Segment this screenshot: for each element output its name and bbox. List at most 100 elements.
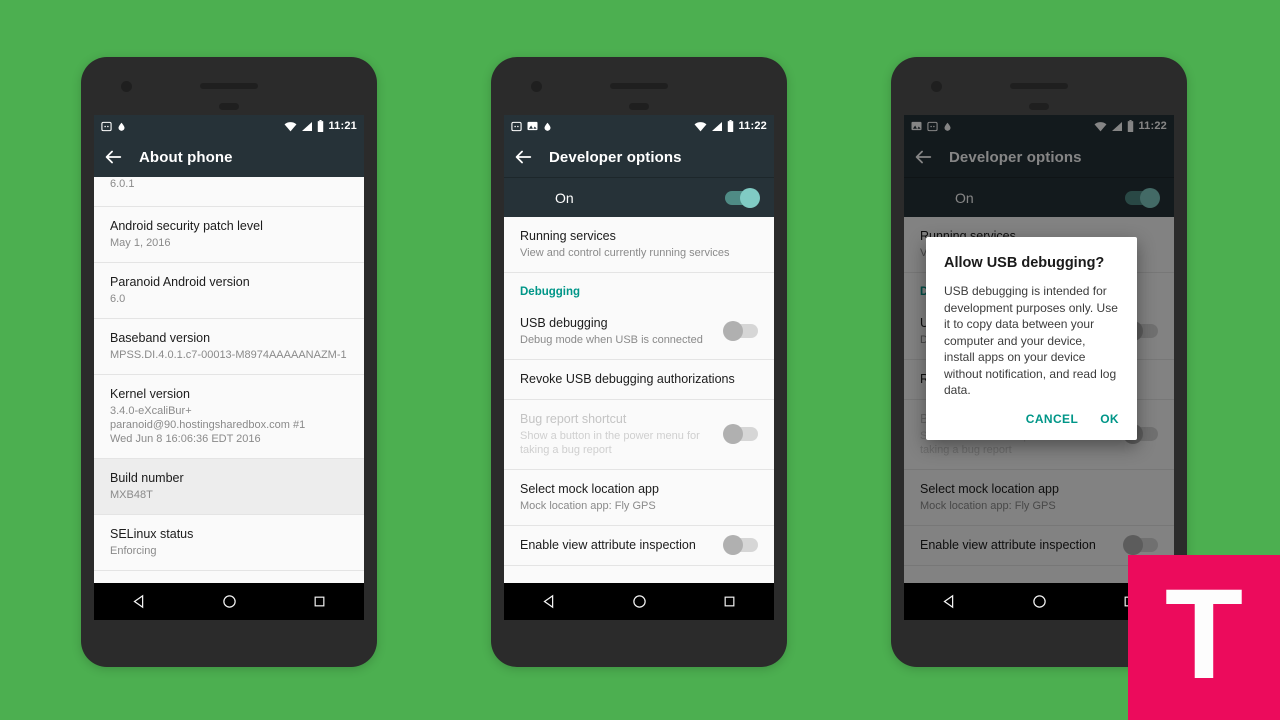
battery-icon [728, 120, 734, 132]
recents-square-icon[interactable] [723, 595, 736, 608]
proximity-sensor [219, 103, 239, 110]
navigation-bar[interactable] [94, 583, 364, 620]
list-item-bug-report-shortcut: Bug report shortcut Show a button in the… [504, 400, 774, 470]
battery-icon [318, 120, 324, 132]
phone-device-2: 11:22 Developer options On Running servi… [491, 57, 787, 667]
list-item[interactable]: Paranoid Android version 6.0 [94, 263, 364, 319]
proximity-sensor [1029, 103, 1049, 110]
list-item[interactable]: Baseband version MPSS.DI.4.0.1.c7-00013-… [94, 319, 364, 375]
notification-badge-icon [101, 121, 112, 131]
list-item-title: USB debugging [520, 316, 608, 330]
dialog-title: Allow USB debugging? [944, 255, 1105, 271]
list-item-select-mock-location-app[interactable]: Select mock location app Mock location a… [504, 470, 774, 526]
wifi-icon [695, 121, 707, 131]
back-triangle-icon[interactable] [542, 594, 557, 609]
status-notification-icons [101, 121, 126, 132]
list-item-title: Bug report shortcut [520, 412, 627, 426]
back-arrow-icon[interactable] [512, 146, 534, 168]
cancel-button[interactable]: CANCEL [1026, 412, 1078, 426]
list-item-title: Running services [520, 229, 616, 243]
allow-usb-debugging-dialog: Allow USB debugging? USB debugging is in… [926, 237, 1137, 440]
about-phone-list[interactable]: 6.0.1 Android security patch level May 1… [94, 177, 364, 571]
front-camera-icon [931, 81, 942, 92]
dialog-actions: CANCEL OK [944, 399, 1119, 436]
view-attribute-inspection-toggle[interactable] [723, 535, 758, 555]
list-item-revoke-usb-authorizations[interactable]: Revoke USB debugging authorizations [504, 360, 774, 400]
list-item-subtitle: Debug mode when USB is connected [520, 334, 703, 346]
droplet-icon [544, 122, 551, 131]
home-circle-icon[interactable] [1032, 594, 1047, 609]
front-camera-icon [121, 81, 132, 92]
list-item-subtitle: Mock location app: Fly GPS [520, 500, 656, 512]
list-item-title: Select mock location app [520, 482, 659, 496]
status-system-icons: 11:21 [284, 120, 357, 132]
page-title: Developer options [549, 148, 682, 166]
list-item-subtitle: View and control currently running servi… [520, 247, 730, 259]
ok-button[interactable]: OK [1100, 412, 1119, 426]
list-item-title: Paranoid Android version [110, 275, 250, 289]
list-item[interactable]: Kernel version 3.4.0-eXcaliBur+ paranoid… [94, 375, 364, 459]
app-bar: About phone [94, 137, 364, 177]
status-bar: 11:22 [504, 115, 774, 137]
proximity-sensor [629, 103, 649, 110]
list-item-title: Android security patch level [110, 219, 263, 233]
list-item-value: 3.4.0-eXcaliBur+ paranoid@90.hostingshar… [110, 405, 306, 445]
recents-square-icon[interactable] [313, 595, 326, 608]
app-bar: Developer options [504, 137, 774, 177]
list-item-value: 6.0.1 [110, 178, 135, 190]
phone-screen-2: 11:22 Developer options On Running servi… [504, 115, 774, 595]
back-triangle-icon[interactable] [132, 594, 147, 609]
bug-report-shortcut-toggle [723, 424, 758, 444]
list-item-title: Kernel version [110, 387, 190, 401]
section-header-debugging: Debugging [504, 273, 774, 304]
list-item-title: SELinux status [110, 527, 194, 541]
list-item-title: Enable view attribute inspection [520, 538, 696, 552]
earpiece-speaker [200, 83, 258, 89]
list-item-value: May 1, 2016 [110, 237, 171, 249]
signal-icon [712, 121, 723, 131]
navigation-bar[interactable] [504, 583, 774, 620]
status-bar: 11:21 [94, 115, 364, 137]
home-circle-icon[interactable] [632, 594, 647, 609]
master-switch-toggle[interactable] [725, 187, 760, 208]
droplet-icon [118, 122, 125, 131]
status-notification-icons [511, 121, 552, 132]
list-item[interactable]: 6.0.1 [94, 177, 364, 207]
list-item-running-services[interactable]: Running services View and control curren… [504, 217, 774, 273]
home-circle-icon[interactable] [222, 594, 237, 609]
list-item-enable-view-attribute-inspection[interactable]: Enable view attribute inspection [504, 526, 774, 566]
list-item-title: Build number [110, 471, 184, 485]
phone-screen-3: 11:22 Developer options On Running servi… [904, 115, 1174, 595]
back-arrow-icon[interactable] [102, 146, 124, 168]
status-time: 11:22 [738, 120, 767, 132]
earpiece-speaker [610, 83, 668, 89]
earpiece-speaker [1010, 83, 1068, 89]
image-icon [527, 121, 538, 131]
dialog-body: USB debugging is intended for developmen… [944, 284, 1118, 397]
status-system-icons: 11:22 [694, 120, 767, 132]
list-item-title: Baseband version [110, 331, 211, 345]
watermark-letter: T [1164, 562, 1244, 706]
back-triangle-icon[interactable] [942, 594, 957, 609]
list-item-subtitle: Show a button in the power menu for taki… [520, 430, 700, 456]
list-item-value: 6.0 [110, 293, 126, 305]
list-item[interactable]: SELinux status Enforcing [94, 515, 364, 571]
list-item-usb-debugging[interactable]: USB debugging Debug mode when USB is con… [504, 304, 774, 360]
developer-options-master-switch-row[interactable]: On [504, 177, 774, 217]
watermark-logo: T [1128, 555, 1280, 720]
notification-badge-icon [511, 121, 522, 131]
page-title: About phone [139, 148, 233, 166]
developer-options-list[interactable]: Running services View and control curren… [504, 217, 774, 566]
wifi-icon [285, 121, 297, 131]
front-camera-icon [531, 81, 542, 92]
signal-icon [302, 121, 313, 131]
phone-screen-1: 11:21 About phone 6.0.1 Android security… [94, 115, 364, 595]
list-item-build-number[interactable]: Build number MXB48T [94, 459, 364, 515]
master-switch-label: On [555, 189, 574, 206]
list-item-title: Revoke USB debugging authorizations [520, 372, 735, 386]
usb-debugging-toggle[interactable] [723, 321, 758, 341]
list-item-value: MXB48T [110, 489, 153, 501]
phone-device-1: 11:21 About phone 6.0.1 Android security… [81, 57, 377, 667]
screenshot-stage: 11:21 About phone 6.0.1 Android security… [0, 0, 1280, 720]
list-item[interactable]: Android security patch level May 1, 2016 [94, 207, 364, 263]
